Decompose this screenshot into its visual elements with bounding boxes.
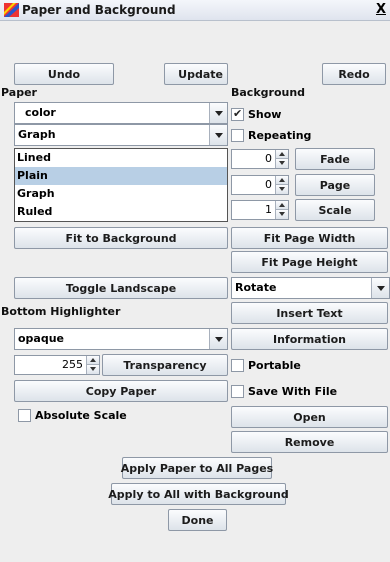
spinner-up-icon[interactable]: [275, 176, 288, 185]
done-button[interactable]: Done: [168, 509, 227, 531]
open-button[interactable]: Open: [231, 406, 388, 428]
page-spinner[interactable]: 0: [231, 175, 289, 195]
repeating-checkbox[interactable]: Repeating: [231, 127, 311, 143]
undo-button[interactable]: Undo: [14, 63, 114, 85]
dropdown-option-graph[interactable]: Graph: [15, 185, 227, 203]
portable-checkbox[interactable]: Portable: [231, 357, 301, 373]
spinner-down-icon[interactable]: [275, 185, 288, 194]
transparency-button[interactable]: Transparency: [102, 354, 228, 376]
dropdown-option-plain[interactable]: Plain: [15, 167, 227, 185]
save-with-file-checkbox[interactable]: Save With File: [231, 383, 337, 399]
scale-value: 1: [265, 203, 272, 216]
paper-section-label: Paper: [1, 86, 37, 99]
absolute-scale-checkbox[interactable]: Absolute Scale: [18, 407, 127, 423]
spinner-down-icon[interactable]: [275, 159, 288, 168]
insert-text-button[interactable]: Insert Text: [231, 302, 388, 324]
repeating-label: Repeating: [248, 128, 312, 142]
highlighter-value: opaque: [18, 332, 65, 345]
checkbox-checked-icon[interactable]: [231, 107, 244, 121]
spinner-up-icon[interactable]: [275, 150, 288, 159]
checkbox-icon[interactable]: [231, 384, 244, 398]
remove-button[interactable]: Remove: [231, 431, 388, 453]
transparency-value: 255: [62, 358, 83, 371]
spinner-up-icon[interactable]: [275, 201, 288, 210]
close-icon[interactable]: X: [376, 2, 386, 17]
chevron-down-icon[interactable]: [209, 125, 227, 145]
spinner-down-icon[interactable]: [275, 210, 288, 219]
highlighter-combo[interactable]: opaque: [14, 328, 228, 350]
dropdown-option-ruled[interactable]: Ruled: [15, 203, 227, 221]
page-button[interactable]: Page: [295, 174, 375, 196]
paper-style-combo[interactable]: Graph: [14, 124, 228, 146]
update-button[interactable]: Update: [164, 63, 228, 85]
checkbox-icon[interactable]: [231, 128, 244, 142]
paper-style-dropdown[interactable]: Lined Plain Graph Ruled: [14, 148, 228, 222]
dropdown-option-lined[interactable]: Lined: [15, 149, 227, 167]
paper-style-value: Graph: [18, 128, 56, 141]
portable-label: Portable: [248, 358, 301, 372]
copy-paper-button[interactable]: Copy Paper: [14, 380, 228, 402]
redo-button[interactable]: Redo: [322, 63, 386, 85]
bottom-highlighter-label: Bottom Highlighter: [1, 305, 121, 318]
absolute-scale-label: Absolute Scale: [35, 408, 127, 422]
information-button[interactable]: Information: [231, 328, 388, 350]
checkbox-icon[interactable]: [18, 408, 31, 422]
scale-button[interactable]: Scale: [295, 199, 375, 221]
spinner-down-icon[interactable]: [86, 365, 99, 374]
page-value: 0: [265, 178, 272, 191]
chevron-down-icon[interactable]: [209, 103, 227, 123]
apply-all-with-background-button[interactable]: Apply to All with Background: [108, 483, 289, 505]
paper-color-value: color: [25, 106, 56, 119]
paper-color-combo[interactable]: color: [14, 102, 228, 124]
checkbox-icon[interactable]: [231, 358, 244, 372]
fit-page-height-button[interactable]: Fit Page Height: [231, 251, 388, 273]
background-section-label: Background: [231, 86, 306, 99]
show-checkbox[interactable]: Show: [231, 106, 281, 122]
window-title: Paper and Background: [22, 3, 176, 17]
save-with-file-label: Save With File: [248, 384, 338, 398]
toggle-landscape-button[interactable]: Toggle Landscape: [14, 277, 228, 299]
chevron-down-icon[interactable]: [371, 278, 389, 298]
fade-button[interactable]: Fade: [295, 148, 375, 170]
scale-spinner[interactable]: 1: [231, 200, 289, 220]
fade-spinner[interactable]: 0: [231, 149, 289, 169]
rotate-combo[interactable]: Rotate: [231, 277, 390, 299]
chevron-down-icon[interactable]: [209, 329, 227, 349]
title-bar: Paper and Background X: [0, 0, 390, 21]
show-label: Show: [248, 107, 282, 121]
apply-paper-all-pages-button[interactable]: Apply Paper to All Pages: [121, 457, 273, 479]
fit-page-width-button[interactable]: Fit Page Width: [231, 227, 388, 249]
rotate-value: Rotate: [235, 281, 277, 294]
transparency-spinner[interactable]: 255: [14, 355, 100, 375]
fade-value: 0: [265, 152, 272, 165]
fit-to-background-button[interactable]: Fit to Background: [14, 227, 228, 249]
spinner-up-icon[interactable]: [86, 356, 99, 365]
paper-app-icon: [4, 3, 19, 17]
